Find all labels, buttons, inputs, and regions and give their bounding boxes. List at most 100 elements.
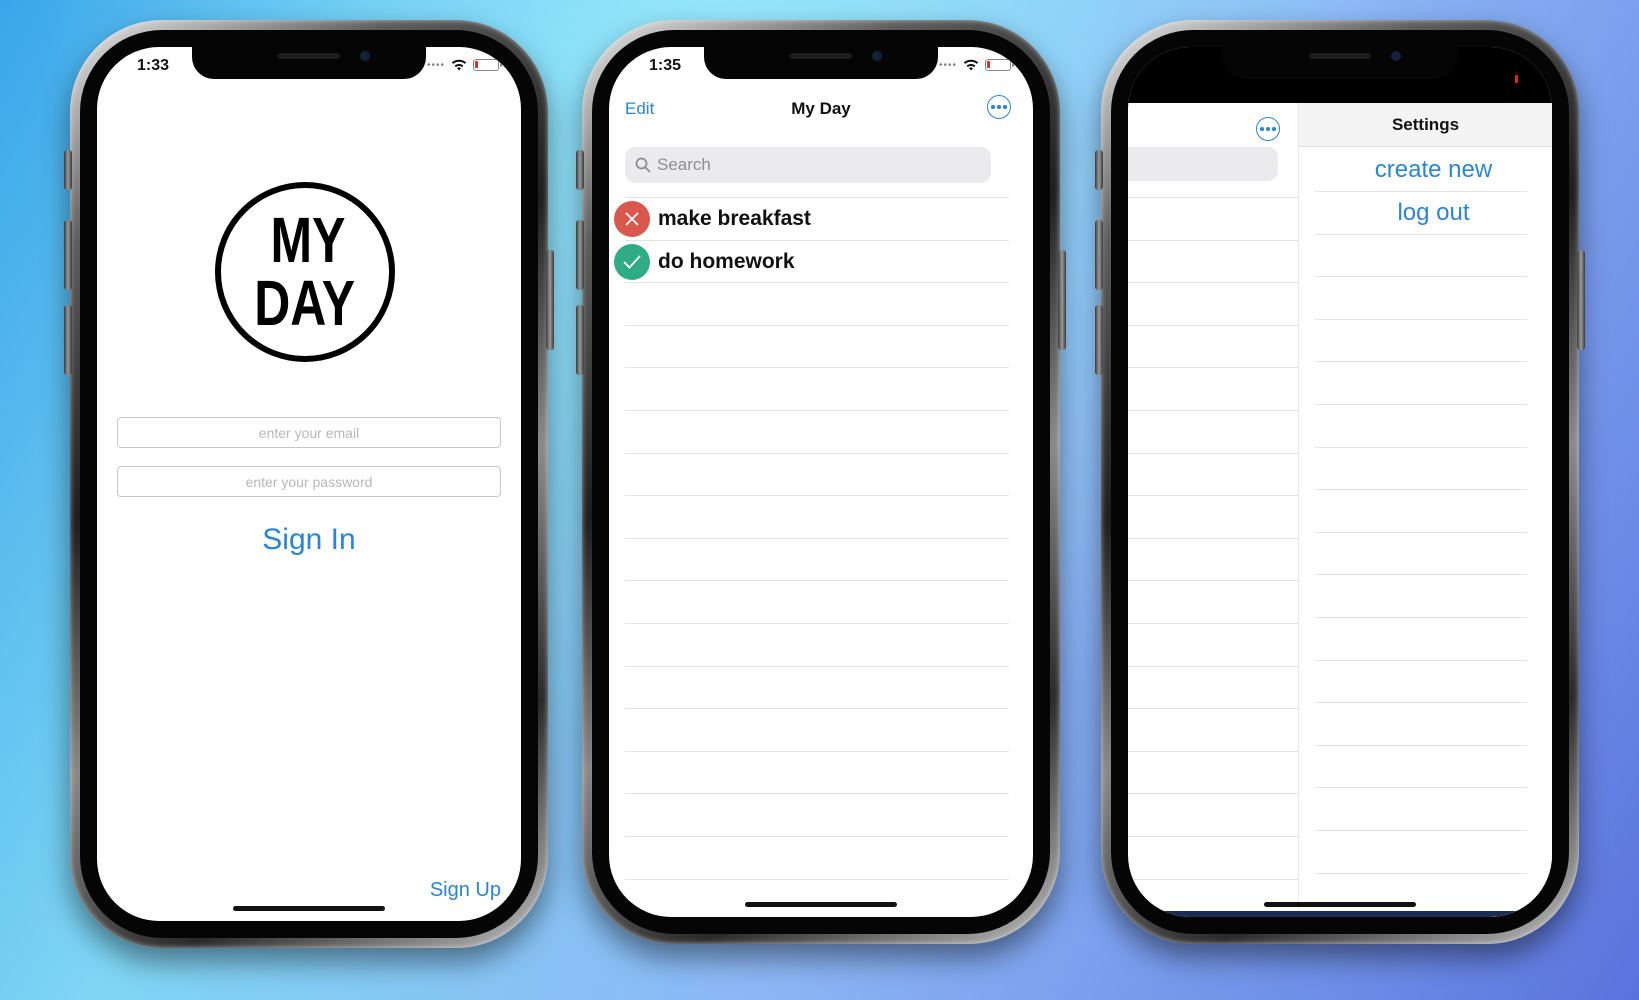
separator-line	[1315, 361, 1527, 363]
separator-line	[625, 324, 1009, 326]
side-button	[576, 150, 584, 190]
home-indicator[interactable]	[1264, 902, 1416, 907]
search-bar[interactable]	[1128, 147, 1278, 181]
separator-line	[1315, 830, 1527, 831]
logo-line-2: DAY	[254, 267, 356, 339]
separator-line	[1315, 191, 1527, 192]
more-options-icon[interactable]	[1256, 117, 1280, 141]
volume-up-button	[64, 220, 72, 290]
task-label: make breakfast	[658, 207, 811, 230]
separator-line	[1128, 239, 1299, 241]
power-button	[1058, 250, 1066, 350]
separator-line	[625, 665, 1009, 667]
separator-line	[1128, 452, 1299, 454]
notch	[704, 47, 938, 79]
home-indicator[interactable]	[233, 906, 385, 911]
phone-list: 1:35 •••• Edit My Day make breakfast	[576, 20, 1066, 944]
settings-drawer: Settings create new log out	[1299, 103, 1552, 917]
list-item[interactable]: make breakfast	[614, 197, 1033, 241]
status-icons: ••••	[938, 59, 1014, 71]
password-field[interactable]	[117, 466, 501, 497]
separator-line	[1315, 787, 1527, 789]
volume-up-button	[1095, 220, 1103, 290]
separator-line	[1315, 276, 1527, 278]
separator-line	[1315, 659, 1527, 661]
email-field[interactable]	[117, 417, 501, 448]
separator-line	[625, 452, 1009, 454]
side-button	[1095, 150, 1103, 190]
home-indicator[interactable]	[745, 902, 897, 907]
separator-line	[1128, 580, 1299, 582]
separator-line	[1128, 410, 1299, 411]
list-item[interactable]: do homework	[614, 240, 1033, 284]
separator-line	[1128, 623, 1299, 624]
search-bar[interactable]	[625, 147, 991, 183]
separator-line	[1315, 233, 1527, 235]
logo-line-1: MY	[270, 204, 346, 277]
more-options-icon[interactable]	[987, 95, 1011, 119]
separator-line	[625, 836, 1009, 837]
status-time: 1:35	[649, 57, 682, 74]
screen: 1:35 •••• Edit My Day make breakfast	[609, 47, 1033, 917]
separator-line	[1128, 750, 1299, 752]
task-label: do homework	[658, 250, 795, 273]
separator-line	[1315, 872, 1527, 874]
separator-line	[1315, 702, 1527, 704]
separator-line	[625, 367, 1009, 369]
separator-line	[1315, 617, 1527, 618]
signal-dots-icon: ••••	[426, 59, 445, 71]
screen-edge	[1128, 911, 1552, 917]
separator-line	[1315, 574, 1527, 576]
separator-line	[625, 623, 1009, 624]
separator-line	[1128, 495, 1299, 497]
separator-line	[1315, 489, 1527, 491]
x-mark-icon[interactable]	[614, 201, 650, 237]
separator-line	[1128, 793, 1299, 795]
separator-line	[625, 410, 1009, 411]
separator-line	[1128, 878, 1299, 880]
phone-signin: 1:33 •••• MY DAY Sign In Sign Up	[64, 20, 554, 948]
app-logo: MY DAY	[215, 182, 395, 362]
separator-line	[1128, 836, 1299, 837]
volume-down-button	[64, 305, 72, 375]
sign-up-button[interactable]: Sign Up	[430, 879, 501, 902]
power-button	[1577, 250, 1585, 350]
separator-line	[1315, 531, 1527, 533]
separator-line	[1315, 446, 1527, 448]
separator-line	[1128, 324, 1299, 326]
sign-in-button[interactable]: Sign In	[97, 523, 521, 557]
wifi-icon	[963, 59, 979, 71]
log-out-button[interactable]: log out	[1315, 191, 1552, 235]
navigation-bar: Edit My Day	[609, 87, 1033, 127]
status-time: 1:33	[137, 57, 170, 74]
separator-line	[1315, 318, 1527, 320]
search-input[interactable]	[657, 155, 957, 175]
separator-line	[1315, 404, 1527, 405]
recording-indicator	[1515, 75, 1518, 83]
separator-line	[625, 495, 1009, 497]
phone-settings: Settings create new log out	[1095, 20, 1585, 944]
separator-line	[1128, 282, 1299, 284]
separator-line	[1128, 197, 1299, 198]
checkmark-icon[interactable]	[614, 244, 650, 280]
search-icon	[635, 157, 651, 173]
drawer-title: Settings	[1299, 103, 1552, 147]
separator-line	[625, 708, 1009, 710]
volume-down-button	[576, 305, 584, 375]
separator-line	[1128, 537, 1299, 539]
screen: 1:33 •••• MY DAY Sign In Sign Up	[97, 47, 521, 921]
screen: Settings create new log out	[1128, 47, 1552, 917]
separator-line	[1128, 665, 1299, 667]
separator-line	[625, 878, 1009, 880]
notch	[192, 47, 426, 79]
separator-line	[625, 750, 1009, 752]
signal-dots-icon: ••••	[938, 59, 957, 71]
page-title: My Day	[791, 99, 851, 118]
battery-icon	[473, 59, 502, 71]
status-icons: ••••	[426, 59, 502, 71]
create-new-button[interactable]: create new	[1315, 148, 1552, 192]
separator-line	[625, 239, 1009, 241]
separator-line	[625, 580, 1009, 582]
separator-line	[625, 197, 1009, 198]
separator-line	[625, 282, 1009, 284]
